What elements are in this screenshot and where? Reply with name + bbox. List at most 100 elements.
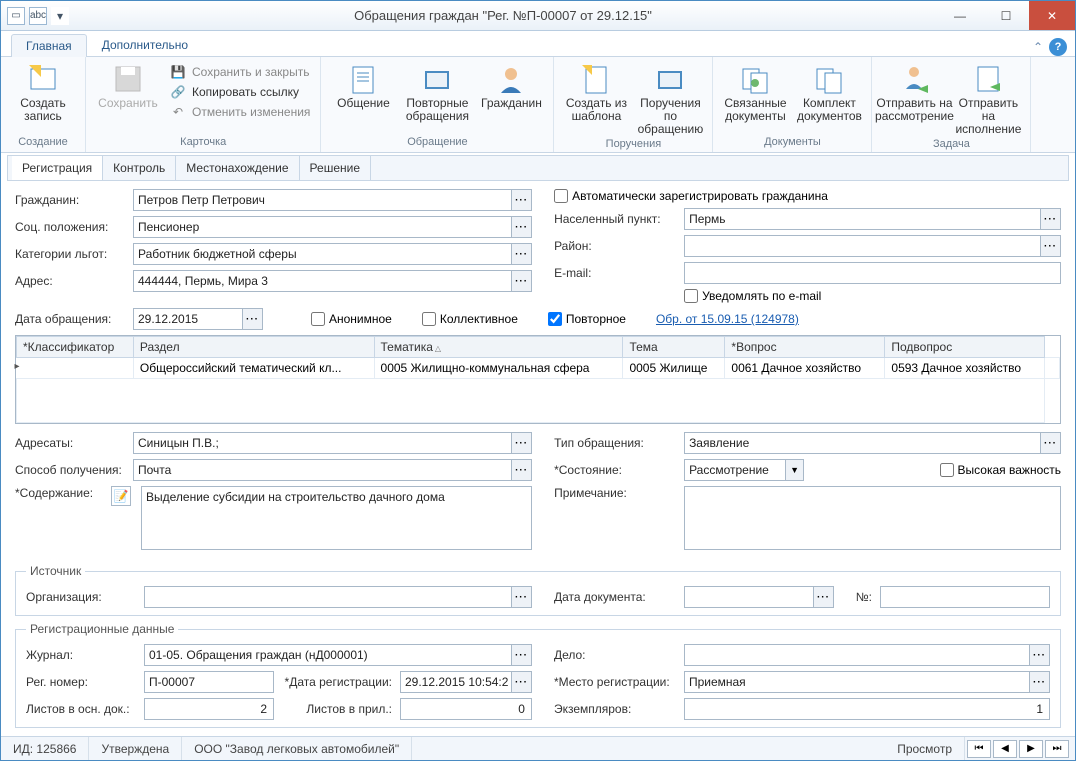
- reg-no-field[interactable]: [144, 671, 274, 693]
- nav-first-button[interactable]: ⏮: [967, 740, 991, 758]
- grid-header[interactable]: Раздел: [133, 337, 374, 358]
- grid-header[interactable]: *Вопрос: [725, 337, 885, 358]
- create-record-button[interactable]: Создатьзапись: [7, 59, 79, 123]
- req-date-field[interactable]: ···: [133, 308, 263, 330]
- date-picker-icon[interactable]: ···: [242, 309, 262, 329]
- lookup-icon[interactable]: ···: [1029, 672, 1049, 692]
- send-exec-button[interactable]: Отправить наисполнение: [952, 59, 1024, 136]
- journal-field[interactable]: ···: [144, 644, 532, 666]
- document-icon: [347, 63, 379, 95]
- collective-checkbox[interactable]: Коллективное: [422, 312, 518, 326]
- grid-header[interactable]: Тематика△: [374, 337, 623, 358]
- copy-link-button[interactable]: 🔗Копировать ссылку: [166, 83, 314, 101]
- lookup-icon[interactable]: ···: [1029, 645, 1049, 665]
- qat-dropdown-icon[interactable]: ▾: [51, 7, 69, 25]
- note-field[interactable]: [684, 486, 1061, 553]
- minimize-button[interactable]: —: [937, 1, 983, 30]
- nav-prev-button[interactable]: ◀: [993, 740, 1017, 758]
- send-review-button[interactable]: Отправить нарассмотрение: [878, 59, 950, 123]
- grid-header[interactable]: *Классификатор: [17, 337, 134, 358]
- citizen-field[interactable]: ···: [133, 189, 532, 211]
- create-from-template-button[interactable]: Создать изшаблона: [560, 59, 632, 123]
- lookup-icon[interactable]: ···: [1040, 433, 1060, 453]
- address-field[interactable]: ···: [133, 270, 532, 292]
- grid-row[interactable]: Общероссийский тематический кл...0005 Жи…: [17, 358, 1060, 379]
- date-picker-icon[interactable]: ···: [813, 587, 833, 607]
- city-field[interactable]: ···: [684, 208, 1061, 230]
- ribbon-tab-main[interactable]: Главная: [11, 34, 87, 57]
- citizen-button[interactable]: Гражданин: [475, 59, 547, 110]
- repeat-checkbox[interactable]: Повторное: [548, 312, 626, 326]
- soc-field[interactable]: ···: [133, 216, 532, 238]
- message-button[interactable]: Общение: [327, 59, 399, 110]
- reg-place-label: Место регистрации:: [554, 675, 676, 689]
- ribbon-tab-extra[interactable]: Дополнительно: [87, 33, 203, 56]
- reg-no-label: Рег. номер:: [26, 675, 136, 689]
- linked-docs-button[interactable]: Связанныедокументы: [719, 59, 791, 123]
- save-icon: [112, 63, 144, 95]
- doc-no-field[interactable]: [880, 586, 1050, 608]
- nav-last-button[interactable]: ⏭: [1045, 740, 1069, 758]
- repeat-requests-button[interactable]: Повторныеобращения: [401, 59, 473, 123]
- doc-date-label: Дата документа:: [554, 590, 676, 604]
- orders-by-request-button[interactable]: Поручения пообращению: [634, 59, 706, 136]
- notify-email-checkbox[interactable]: Уведомлять по e-mail: [684, 289, 821, 303]
- close-button[interactable]: ✕: [1029, 1, 1075, 30]
- lookup-icon[interactable]: ···: [511, 587, 531, 607]
- save-close-button[interactable]: 💾Сохранить и закрыть: [166, 63, 314, 81]
- tab-control[interactable]: Контроль: [103, 156, 176, 180]
- reg-date-field[interactable]: ···: [400, 671, 532, 693]
- tab-decision[interactable]: Решение: [300, 156, 371, 180]
- ribbon: Создатьзапись Создание Сохранить 💾Сохран…: [1, 57, 1075, 153]
- sheets-main-field[interactable]: [144, 698, 274, 720]
- method-field[interactable]: ···: [133, 459, 532, 481]
- classifier-grid[interactable]: *Классификатор Раздел Тематика△ Тема *Во…: [15, 335, 1061, 424]
- sheets-attach-field[interactable]: [400, 698, 532, 720]
- email-field[interactable]: [684, 262, 1061, 284]
- tab-registration[interactable]: Регистрация: [12, 156, 103, 180]
- tab-location[interactable]: Местонахождение: [176, 156, 299, 180]
- lookup-icon[interactable]: ···: [511, 190, 531, 210]
- qat-icon-2[interactable]: abc: [29, 7, 47, 25]
- lookup-icon[interactable]: ···: [511, 244, 531, 264]
- org-field[interactable]: ···: [144, 586, 532, 608]
- email-label: E-mail:: [554, 266, 676, 280]
- journal-label: Журнал:: [26, 648, 136, 662]
- source-legend: Источник: [26, 564, 85, 578]
- qat-icon-1[interactable]: ▭: [7, 7, 25, 25]
- req-type-field[interactable]: ···: [684, 432, 1061, 454]
- repeat-link[interactable]: Обр. от 15.09.15 (124978): [656, 312, 799, 326]
- doc-set-button[interactable]: Комплектдокументов: [793, 59, 865, 123]
- case-field[interactable]: ···: [684, 644, 1050, 666]
- reg-place-field[interactable]: ···: [684, 671, 1050, 693]
- lookup-icon[interactable]: ···: [1040, 236, 1060, 256]
- undo-changes-button[interactable]: ↶Отменить изменения: [166, 103, 314, 121]
- anonymous-checkbox[interactable]: Анонимное: [311, 312, 392, 326]
- lookup-icon[interactable]: ···: [511, 460, 531, 480]
- help-icon[interactable]: ?: [1049, 38, 1067, 56]
- district-field[interactable]: ···: [684, 235, 1061, 257]
- benefit-field[interactable]: ···: [133, 243, 532, 265]
- copies-field[interactable]: [684, 698, 1050, 720]
- state-select[interactable]: ▼: [684, 459, 804, 481]
- high-priority-checkbox[interactable]: Высокая важность: [940, 463, 1061, 477]
- content-edit-icon[interactable]: 📝: [111, 486, 131, 506]
- lookup-icon[interactable]: ···: [511, 645, 531, 665]
- lookup-icon[interactable]: ···: [1040, 209, 1060, 229]
- nav-next-button[interactable]: ▶: [1019, 740, 1043, 758]
- save-button[interactable]: Сохранить: [92, 59, 164, 110]
- auto-register-checkbox[interactable]: Автоматически зарегистрировать гражданин…: [554, 189, 828, 203]
- content-field[interactable]: [141, 486, 532, 553]
- grid-header[interactable]: Подвопрос: [885, 337, 1045, 358]
- lookup-icon[interactable]: ···: [511, 271, 531, 291]
- sort-asc-icon: △: [435, 344, 441, 353]
- lookup-icon[interactable]: ···: [511, 433, 531, 453]
- grid-header[interactable]: Тема: [623, 337, 725, 358]
- lookup-icon[interactable]: ···: [511, 217, 531, 237]
- doc-date-field[interactable]: ···: [684, 586, 834, 608]
- ribbon-collapse-icon[interactable]: ⌃: [1033, 40, 1043, 54]
- chevron-down-icon[interactable]: ▼: [785, 460, 803, 480]
- maximize-button[interactable]: ☐: [983, 1, 1029, 30]
- date-picker-icon[interactable]: ···: [511, 672, 531, 692]
- addressees-field[interactable]: ···: [133, 432, 532, 454]
